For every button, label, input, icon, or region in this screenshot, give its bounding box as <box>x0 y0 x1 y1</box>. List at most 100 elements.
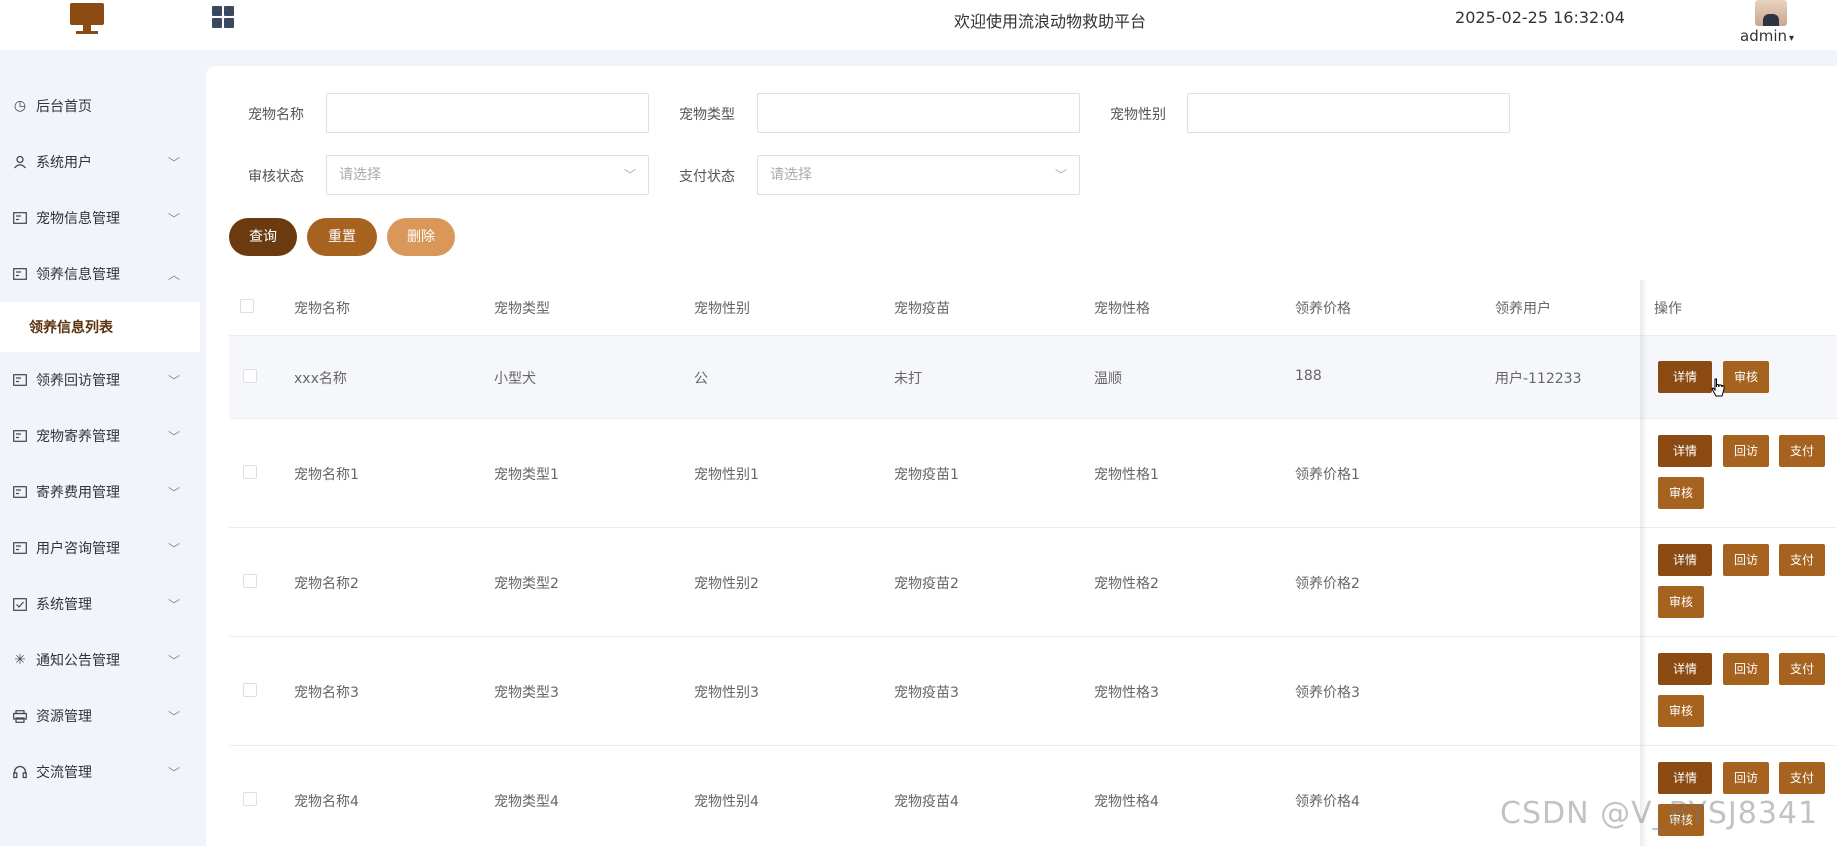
sidebar-item-label: 领养信息管理 <box>36 267 120 283</box>
card-icon <box>12 266 28 282</box>
sidebar-item-pet-foster[interactable]: 宠物寄养管理 ﹀ <box>0 408 200 464</box>
cell-pet-character: 温顺 <box>1094 371 1122 387</box>
visit-button[interactable]: 回访 <box>1723 435 1769 467</box>
cell-pet-type: 宠物类型3 <box>494 685 559 701</box>
row-divider <box>229 335 1837 336</box>
delete-button[interactable]: 删除 <box>387 218 455 256</box>
pet-gender-input[interactable] <box>1187 93 1510 133</box>
cell-adopt-price: 领养价格3 <box>1295 685 1360 701</box>
detail-button[interactable]: 详情 <box>1658 762 1712 794</box>
select-placeholder: 请选择 <box>770 167 812 183</box>
col-header-pet-name: 宠物名称 <box>294 301 350 317</box>
chevron-down-icon: ﹀ <box>623 168 636 182</box>
audit-button[interactable]: 审核 <box>1658 695 1704 727</box>
user-menu[interactable]: admin ▾ <box>1740 27 1794 45</box>
pay-status-label: 支付状态 <box>679 169 735 185</box>
sidebar-item-user-consult[interactable]: 用户咨询管理 ﹀ <box>0 520 200 576</box>
sidebar-item-label: 宠物寄养管理 <box>36 429 120 445</box>
table-row-hover-bg <box>229 336 1837 418</box>
cell-pet-vaccine: 宠物疫苗3 <box>894 685 959 701</box>
query-button[interactable]: 查询 <box>229 218 297 256</box>
cell-pet-character: 宠物性格4 <box>1094 794 1159 810</box>
cell-pet-name: 宠物名称1 <box>294 467 359 483</box>
detail-button[interactable]: 详情 <box>1658 361 1712 393</box>
sidebar-item-system-manage[interactable]: 系统管理 ﹀ <box>0 576 200 632</box>
sidebar-item-label: 宠物信息管理 <box>36 211 120 227</box>
visit-button[interactable]: 回访 <box>1723 762 1769 794</box>
top-header: 欢迎使用流浪动物救助平台 2025-02-25 16:32:04 admin ▾ <box>0 0 1837 50</box>
row-divider <box>229 636 1837 637</box>
chevron-down-icon: ﹀ <box>167 541 180 556</box>
sidebar-item-label: 领养回访管理 <box>36 373 120 389</box>
visit-button[interactable]: 回访 <box>1723 544 1769 576</box>
select-all-checkbox[interactable] <box>240 299 254 313</box>
cell-pet-vaccine: 未打 <box>894 371 922 387</box>
cell-adopt-price: 领养价格1 <box>1295 467 1360 483</box>
pet-type-input[interactable] <box>757 93 1080 133</box>
row-checkbox[interactable] <box>243 683 257 697</box>
sidebar-item-adoption-visit[interactable]: 领养回访管理 ﹀ <box>0 352 200 408</box>
grid-menu-icon[interactable] <box>212 6 236 30</box>
sidebar-item-communication[interactable]: 交流管理 ﹀ <box>0 744 200 800</box>
cell-pet-gender: 宠物性别4 <box>694 794 759 810</box>
detail-button[interactable]: 详情 <box>1658 435 1712 467</box>
audit-button[interactable]: 审核 <box>1723 361 1769 393</box>
cell-adopt-user: 用户-112233 <box>1495 371 1582 387</box>
col-header-adopt-user: 领养用户 <box>1495 301 1551 317</box>
cell-pet-name: 宠物名称4 <box>294 794 359 810</box>
sidebar-item-foster-fee[interactable]: 寄养费用管理 ﹀ <box>0 464 200 520</box>
pay-status-select[interactable]: 请选择 ﹀ <box>757 155 1080 195</box>
card-icon <box>12 428 28 444</box>
cell-pet-gender: 公 <box>694 371 708 387</box>
chevron-down-icon: ﹀ <box>167 597 180 612</box>
cell-pet-gender: 宠物性别2 <box>694 576 759 592</box>
loading-icon: ✳ <box>14 652 26 668</box>
row-checkbox[interactable] <box>243 792 257 806</box>
visit-button[interactable]: 回访 <box>1723 653 1769 685</box>
sidebar-subitem-adoption-list[interactable]: 领养信息列表 <box>0 302 200 352</box>
reset-button[interactable]: 重置 <box>307 218 377 256</box>
sidebar-item-pet-info[interactable]: 宠物信息管理 ﹀ <box>0 190 200 246</box>
chevron-down-icon: ﹀ <box>167 653 180 668</box>
select-placeholder: 请选择 <box>339 167 381 183</box>
chevron-up-icon: ︿ <box>167 267 180 282</box>
monitor-logo-icon <box>70 3 104 34</box>
sidebar-item-home[interactable]: ◷ 后台首页 <box>0 78 200 134</box>
audit-button[interactable]: 审核 <box>1658 586 1704 618</box>
row-checkbox[interactable] <box>243 369 257 383</box>
row-checkbox[interactable] <box>243 574 257 588</box>
sidebar-item-system-users[interactable]: 系统用户 ﹀ <box>0 134 200 190</box>
sidebar-item-resource[interactable]: 资源管理 ﹀ <box>0 688 200 744</box>
col-header-pet-vaccine: 宠物疫苗 <box>894 301 950 317</box>
pay-button[interactable]: 支付 <box>1779 762 1825 794</box>
chevron-down-icon: ▾ <box>1789 33 1795 44</box>
cell-adopt-price: 领养价格2 <box>1295 576 1360 592</box>
audit-button[interactable]: 审核 <box>1658 477 1704 509</box>
pet-type-label: 宠物类型 <box>679 107 735 123</box>
cell-pet-vaccine: 宠物疫苗2 <box>894 576 959 592</box>
sidebar-item-adoption-info[interactable]: 领养信息管理 ︿ <box>0 246 200 302</box>
pet-name-input[interactable] <box>326 93 649 133</box>
cell-pet-gender: 宠物性别3 <box>694 685 759 701</box>
pay-button[interactable]: 支付 <box>1779 544 1825 576</box>
mouse-cursor-icon <box>1711 378 1725 398</box>
username: admin <box>1740 27 1787 45</box>
sidebar: ◷ 后台首页 系统用户 ﹀ 宠物信息管理 ﹀ 领养信息管理 ︿ 领养信息列表 领… <box>0 50 200 846</box>
user-icon <box>12 154 28 170</box>
sidebar-item-label: 通知公告管理 <box>36 653 120 669</box>
fixed-column-shadow <box>1640 280 1648 846</box>
avatar[interactable] <box>1755 0 1787 26</box>
sidebar-item-notice[interactable]: ✳ 通知公告管理 ﹀ <box>0 632 200 688</box>
pay-button[interactable]: 支付 <box>1779 653 1825 685</box>
audit-status-select[interactable]: 请选择 ﹀ <box>326 155 649 195</box>
row-divider <box>229 418 1837 419</box>
card-icon <box>12 210 28 226</box>
pay-button[interactable]: 支付 <box>1779 435 1825 467</box>
sidebar-item-label: 系统用户 <box>36 155 92 171</box>
chevron-down-icon: ﹀ <box>167 709 180 724</box>
detail-button[interactable]: 详情 <box>1658 653 1712 685</box>
row-checkbox[interactable] <box>243 465 257 479</box>
datetime-display: 2025-02-25 16:32:04 <box>1455 8 1625 27</box>
sidebar-item-label: 寄养费用管理 <box>36 485 120 501</box>
detail-button[interactable]: 详情 <box>1658 544 1712 576</box>
